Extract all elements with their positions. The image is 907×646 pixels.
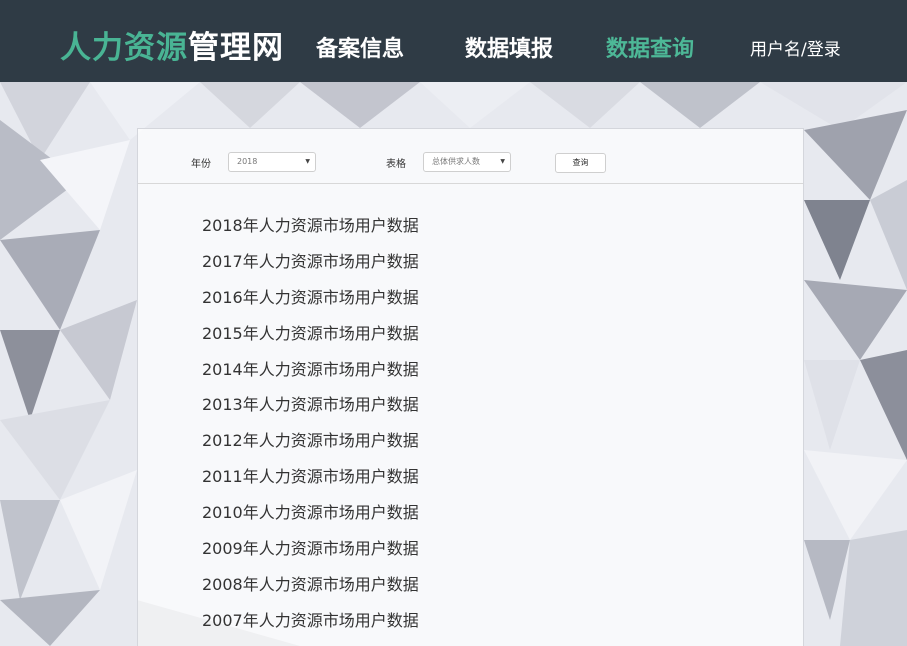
list-item[interactable]: 2008年人力资源市场用户数据 bbox=[202, 573, 419, 609]
list-item[interactable]: 2009年人力资源市场用户数据 bbox=[202, 537, 419, 573]
list-item[interactable]: 2014年人力资源市场用户数据 bbox=[202, 358, 419, 394]
list-item[interactable]: 2017年人力资源市场用户数据 bbox=[202, 250, 419, 286]
nav-data-query[interactable]: 数据查询 bbox=[606, 31, 694, 63]
list-item[interactable]: 2016年人力资源市场用户数据 bbox=[202, 286, 419, 322]
list-item[interactable]: 2011年人力资源市场用户数据 bbox=[202, 465, 419, 501]
query-button[interactable]: 查询 bbox=[555, 153, 606, 173]
nav-data-entry[interactable]: 数据填报 bbox=[465, 31, 553, 63]
top-navbar: 人力资源管理网 备案信息 数据填报 数据查询 用户名/登录 bbox=[0, 0, 907, 82]
nav-filing-info[interactable]: 备案信息 bbox=[316, 31, 404, 63]
filter-bar: 年份 2018 ▼ 表格 总体供求人数 ▼ 查询 bbox=[138, 129, 803, 184]
year-label: 年份 bbox=[191, 159, 211, 170]
year-select[interactable]: 2018 ▼ bbox=[228, 152, 316, 172]
year-select-value: 2018 bbox=[237, 157, 258, 166]
list-item[interactable]: 2010年人力资源市场用户数据 bbox=[202, 501, 419, 537]
list-item[interactable]: 2007年人力资源市场用户数据 bbox=[202, 609, 419, 645]
table-select[interactable]: 总体供求人数 ▼ bbox=[423, 152, 511, 172]
table-label: 表格 bbox=[386, 159, 406, 170]
list-item[interactable]: 2018年人力资源市场用户数据 bbox=[202, 214, 419, 250]
chevron-down-icon: ▼ bbox=[500, 158, 505, 165]
list-item[interactable]: 2012年人力资源市场用户数据 bbox=[202, 429, 419, 465]
query-panel: 年份 2018 ▼ 表格 总体供求人数 ▼ 查询 2018年人力资源市场用户数据… bbox=[137, 128, 804, 646]
user-login-link[interactable]: 用户名/登录 bbox=[750, 35, 841, 60]
site-logo[interactable]: 人力资源管理网 bbox=[60, 22, 284, 67]
chevron-down-icon: ▼ bbox=[305, 158, 310, 165]
records-list: 2018年人力资源市场用户数据 2017年人力资源市场用户数据 2016年人力资… bbox=[202, 214, 419, 645]
logo-rest-text: 管理网 bbox=[188, 30, 284, 66]
table-select-value: 总体供求人数 bbox=[432, 157, 480, 166]
list-item[interactable]: 2013年人力资源市场用户数据 bbox=[202, 393, 419, 429]
list-item[interactable]: 2015年人力资源市场用户数据 bbox=[202, 322, 419, 358]
logo-accent-text: 人力资源 bbox=[60, 30, 188, 66]
